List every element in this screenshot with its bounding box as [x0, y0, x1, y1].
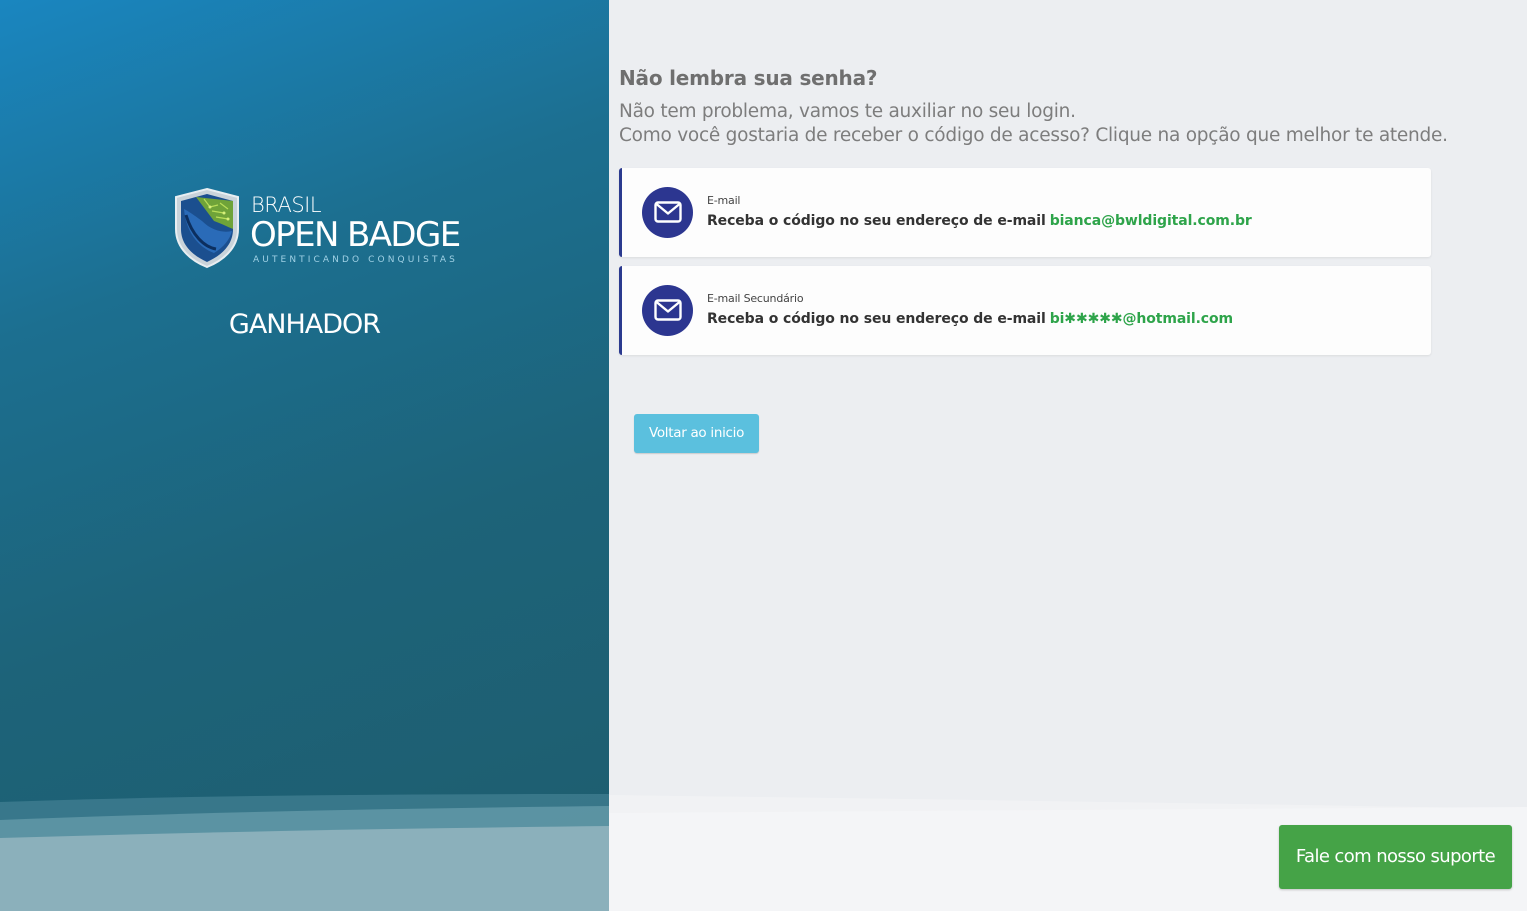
- contact-support-button[interactable]: Fale com nosso suporte: [1279, 825, 1512, 889]
- back-to-start-button[interactable]: Voltar ao inicio: [634, 414, 759, 453]
- decorative-wave: [0, 794, 609, 911]
- option-description-text: Receba o código no seu endereço de e-mai…: [707, 311, 1046, 327]
- option-description: Receba o código no seu endereço de e-mai…: [707, 213, 1252, 229]
- option-email-address: bi✱✱✱✱✱@hotmail.com: [1049, 311, 1233, 327]
- intro-text: Não tem problema, vamos te auxiliar no s…: [619, 100, 1448, 148]
- option-label: E-mail Secundário: [707, 292, 804, 305]
- page: BRASIL OPEN BADGE AUTENTICANDO CONQUISTA…: [0, 0, 1527, 911]
- brand-panel: BRASIL OPEN BADGE AUTENTICANDO CONQUISTA…: [0, 0, 609, 911]
- intro-line-2: Como você gostaria de receber o código d…: [619, 125, 1448, 146]
- option-description: Receba o código no seu endereço de e-mai…: [707, 311, 1233, 327]
- envelope-icon: [642, 187, 693, 238]
- envelope-icon: [642, 285, 693, 336]
- brasil-open-badge-logo: BRASIL OPEN BADGE AUTENTICANDO CONQUISTA…: [172, 187, 472, 271]
- page-title: Não lembra sua senha?: [619, 66, 878, 90]
- logo-open-badge-text: OPEN BADGE: [250, 215, 461, 255]
- shield-logo-icon: [175, 187, 239, 269]
- email-option-card[interactable]: E-mail Receba o código no seu endereço d…: [619, 168, 1431, 257]
- option-description-text: Receba o código no seu endereço de e-mai…: [707, 213, 1046, 229]
- logo-brasil-text: BRASIL: [251, 193, 322, 217]
- logo-tagline: AUTENTICANDO CONQUISTAS: [253, 255, 458, 265]
- role-title: GANHADOR: [228, 309, 381, 340]
- secondary-email-option-card[interactable]: E-mail Secundário Receba o código no seu…: [619, 266, 1431, 355]
- option-email-address: bianca@bwldigital.com.br: [1049, 213, 1252, 229]
- option-label: E-mail: [707, 194, 741, 207]
- intro-line-1: Não tem problema, vamos te auxiliar no s…: [619, 101, 1076, 122]
